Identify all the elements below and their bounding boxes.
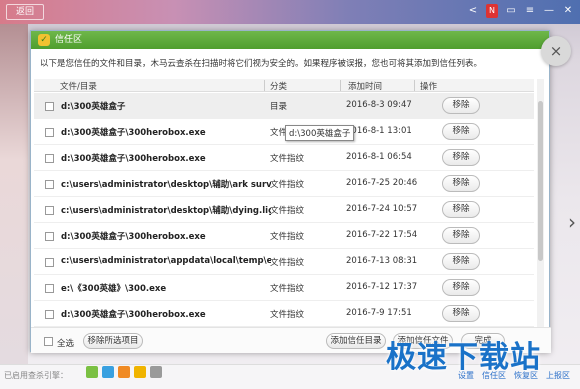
row-time: 2016-7-12 17:37 bbox=[346, 282, 418, 292]
engine-cloud-icon[interactable] bbox=[86, 366, 98, 378]
select-all-label[interactable]: 全选 bbox=[57, 337, 74, 349]
select-all-checkbox[interactable] bbox=[44, 337, 53, 346]
col-action: 操作 bbox=[420, 82, 438, 92]
row-path: d:\300英雄盒子\300herobox.exe bbox=[61, 310, 206, 320]
dialog-description: 以下是您信任的文件和目录，木马云查杀在扫描时将它们视为安全的。如果程序被误报，您… bbox=[40, 59, 483, 69]
list-scrollbar[interactable] bbox=[537, 79, 544, 327]
row-path: d:\300英雄盒子 bbox=[61, 102, 126, 112]
col-path: 文件/目录 bbox=[60, 82, 97, 92]
app-top-bar: 返回 < N ▭ ≡ — ✕ bbox=[0, 0, 580, 24]
row-checkbox[interactable] bbox=[45, 258, 54, 267]
row-category: 文件指纹 bbox=[270, 180, 305, 190]
row-checkbox[interactable] bbox=[45, 310, 54, 319]
engine-shield-icon[interactable] bbox=[102, 366, 114, 378]
row-time: 2016-8-1 13:01 bbox=[346, 126, 412, 136]
dialog-close-button[interactable]: × bbox=[541, 36, 571, 66]
remove-button[interactable]: 移除 bbox=[442, 123, 480, 140]
row-category: 文件指纹 bbox=[270, 284, 305, 294]
engine-system-icon[interactable] bbox=[134, 366, 146, 378]
row-path: d:\300英雄盒子\300herobox.exe bbox=[61, 128, 206, 138]
row-checkbox[interactable] bbox=[45, 180, 54, 189]
dialog-title: 信任区 bbox=[55, 35, 83, 45]
row-time: 2016-8-3 09:47 bbox=[346, 100, 412, 110]
table-header: 文件/目录 分类 添加时间 操作 bbox=[34, 79, 534, 92]
shield-icon: ✓ bbox=[38, 34, 50, 46]
row-path: c:\users\administrator\desktop\辅助\ark su… bbox=[61, 180, 271, 190]
row-checkbox[interactable] bbox=[45, 206, 54, 215]
engine-repair-icon[interactable] bbox=[150, 366, 162, 378]
row-time: 2016-8-1 06:54 bbox=[346, 152, 412, 162]
next-arrow-icon[interactable]: › bbox=[568, 210, 576, 234]
remove-button[interactable]: 移除 bbox=[442, 175, 480, 192]
trust-zone-dialog: ✓ 信任区 以下是您信任的文件和目录，木马云查杀在扫描时将它们视为安全的。如果程… bbox=[30, 30, 551, 353]
row-path: c:\users\administrator\desktop\辅助\dying.… bbox=[61, 206, 271, 216]
row-checkbox[interactable] bbox=[45, 154, 54, 163]
row-category: 文件指纹 bbox=[270, 258, 305, 268]
share-icon[interactable]: < bbox=[467, 4, 479, 18]
table-row[interactable]: d:\300英雄盒子 目录 2016-8-3 09:47 移除 bbox=[34, 93, 534, 119]
col-time: 添加时间 bbox=[348, 82, 383, 92]
background-decoration bbox=[0, 24, 28, 364]
row-category: 文件指纹 bbox=[270, 154, 305, 164]
row-checkbox[interactable] bbox=[45, 128, 54, 137]
remove-button[interactable]: 移除 bbox=[442, 227, 480, 244]
engine-qvm-icon[interactable] bbox=[118, 366, 130, 378]
remove-button[interactable]: 移除 bbox=[442, 305, 480, 322]
link-report-zone[interactable]: 上报区 bbox=[546, 370, 570, 381]
scrollbar-thumb[interactable] bbox=[538, 101, 543, 261]
row-category: 文件指纹 bbox=[270, 310, 305, 320]
skin-icon[interactable]: ▭ bbox=[505, 4, 517, 18]
row-path: d:\300英雄盒子\300herobox.exe bbox=[61, 154, 206, 164]
row-category: 文件指纹 bbox=[270, 206, 305, 216]
engines-label: 已启用查杀引擎： bbox=[4, 371, 68, 380]
remove-button[interactable]: 移除 bbox=[442, 149, 480, 166]
window-close-icon[interactable]: ✕ bbox=[562, 4, 574, 18]
remove-button[interactable]: 移除 bbox=[442, 253, 480, 270]
table-row[interactable]: d:\300英雄盒子\300herobox.exe 文件指纹 2016-8-1 … bbox=[34, 145, 534, 171]
menu-icon[interactable]: ≡ bbox=[524, 4, 536, 18]
table-row[interactable]: d:\300英雄盒子\300herobox.exe 文件指纹 2016-8-1 … bbox=[34, 119, 534, 145]
row-time: 2016-7-25 20:46 bbox=[346, 178, 418, 188]
trust-list: d:\300英雄盒子 目录 2016-8-3 09:47 移除 d:\300英雄… bbox=[34, 93, 534, 327]
minimize-icon[interactable]: — bbox=[543, 4, 555, 18]
watermark-logo: 极速下载站 bbox=[386, 340, 541, 375]
table-row[interactable]: c:\users\administrator\appdata\local\tem… bbox=[34, 249, 534, 275]
col-category: 分类 bbox=[270, 82, 288, 92]
engine-icons bbox=[86, 366, 162, 378]
dialog-title-bar: ✓ 信任区 bbox=[31, 31, 549, 49]
add-trust-dir-button[interactable]: 添加信任目录 bbox=[326, 333, 386, 349]
table-row[interactable]: c:\users\administrator\desktop\辅助\dying.… bbox=[34, 197, 534, 223]
remove-button[interactable]: 移除 bbox=[442, 201, 480, 218]
row-time: 2016-7-22 17:54 bbox=[346, 230, 418, 240]
remove-selected-button[interactable]: 移除所选项目 bbox=[83, 333, 143, 349]
row-checkbox[interactable] bbox=[45, 102, 54, 111]
table-row[interactable]: d:\300英雄盒子\300herobox.exe 文件指纹 2016-7-22… bbox=[34, 223, 534, 249]
row-path: e:\《300英雄》\300.exe bbox=[61, 284, 167, 294]
row-path: c:\users\administrator\appdata\local\tem… bbox=[61, 256, 271, 266]
row-time: 2016-7-13 08:31 bbox=[346, 256, 418, 266]
row-time: 2016-7-24 10:57 bbox=[346, 204, 418, 214]
row-checkbox[interactable] bbox=[45, 284, 54, 293]
back-button[interactable]: 返回 bbox=[6, 4, 44, 20]
row-category: 目录 bbox=[270, 102, 288, 112]
row-path: d:\300英雄盒子\300herobox.exe bbox=[61, 232, 206, 242]
remove-button[interactable]: 移除 bbox=[442, 97, 480, 114]
table-row[interactable]: d:\300英雄盒子\300herobox.exe 文件指纹 2016-7-9 … bbox=[34, 301, 534, 327]
notification-icon[interactable]: N bbox=[486, 4, 498, 18]
table-row[interactable]: e:\《300英雄》\300.exe 文件指纹 2016-7-12 17:37 … bbox=[34, 275, 534, 301]
row-time: 2016-7-9 17:51 bbox=[346, 308, 412, 318]
top-icons: < N ▭ ≡ — ✕ bbox=[467, 4, 574, 18]
table-row[interactable]: c:\users\administrator\desktop\辅助\ark su… bbox=[34, 171, 534, 197]
row-category: 文件指纹 bbox=[270, 232, 305, 242]
row-checkbox[interactable] bbox=[45, 232, 54, 241]
remove-button[interactable]: 移除 bbox=[442, 279, 480, 296]
path-tooltip: d:\300英雄盒子 bbox=[285, 125, 355, 141]
